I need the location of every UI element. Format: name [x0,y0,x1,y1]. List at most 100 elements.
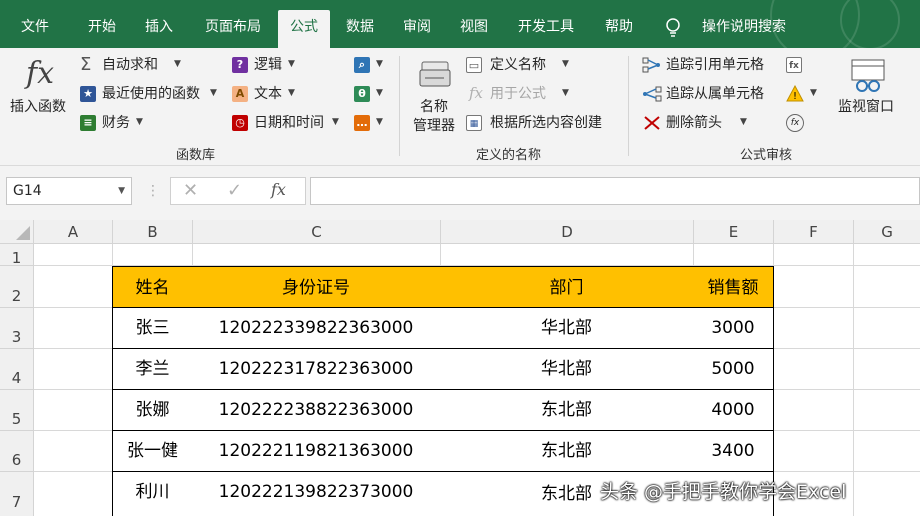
table-cell[interactable]: 东北部 [440,430,694,472]
datetime-button[interactable]: ◷ 日期和时间 ▼ [230,114,350,134]
table-header-id[interactable]: 身份证号 [192,266,441,308]
table-cell[interactable]: 张娜 [112,389,193,431]
column-header-e[interactable]: E [694,220,774,244]
insert-function-button[interactable]: fx 插入函数 [6,54,74,130]
column-header-g[interactable]: G [854,220,920,244]
row-header-4[interactable]: 4 [0,349,34,390]
define-name-label: 定义名称 [490,57,546,73]
chevron-down-icon: ▼ [562,59,569,69]
chevron-down-icon: ▼ [288,59,295,69]
chevron-down-icon[interactable]: ▼ [118,178,125,204]
chevron-down-icon: ▼ [740,117,747,127]
tab-help[interactable]: 帮助 [594,10,644,48]
table-cell[interactable]: 3000 [693,307,774,349]
recent-functions-button[interactable]: ★ 最近使用的函数 ▼ [78,85,228,105]
trace-dependents-button[interactable]: 追踪从属单元格 [642,85,782,105]
lookup-reference-button[interactable]: ⌕ ▼ [354,56,388,76]
watermark: 头条 @手把手教你学会Excel [600,481,847,503]
text-button[interactable]: A 文本 ▼ [230,85,310,105]
table-cell[interactable]: 4000 [693,389,774,431]
worksheet-grid[interactable]: A B C D E F G 1 2 3 4 5 6 7 姓名 身份证号 部门 销… [0,220,920,516]
table-cell[interactable]: 李兰 [112,348,193,390]
formula-input[interactable] [310,177,920,205]
name-manager-label-2: 管理器 [413,118,455,134]
tab-formulas[interactable]: 公式 [278,10,330,48]
enter-check-icon[interactable]: ✓ [227,180,242,201]
financial-label: 财务 [102,115,130,131]
tab-view[interactable]: 视图 [450,10,498,48]
create-from-selection-label: 根据所选内容创建 [490,115,602,131]
define-name-button[interactable]: ▭ 定义名称 ▼ [466,56,576,76]
table-cell[interactable]: 120222119821363000 [192,430,441,472]
table-cell[interactable]: 华北部 [440,307,694,349]
tab-page-layout[interactable]: 页面布局 [192,10,274,48]
chevron-down-icon: ▼ [136,117,143,127]
watch-window-icon [850,58,886,94]
tab-data[interactable]: 数据 [336,10,384,48]
table-cell[interactable]: 120222238822363000 [192,389,441,431]
insert-function-fx-icon[interactable]: fx [271,180,286,199]
drag-handle-icon[interactable]: ⋮ [146,183,160,199]
lightbulb-icon[interactable] [664,18,682,38]
autosum-button[interactable]: Σ 自动求和 ▼ [78,54,228,76]
more-functions-button[interactable]: … ▼ [354,114,388,134]
table-cell[interactable]: 120222317822363000 [192,348,441,390]
name-box[interactable]: G14 ▼ [6,177,132,205]
create-from-selection-button[interactable]: ▦ 根据所选内容创建 [466,114,616,134]
evaluate-formula-button[interactable]: fx [786,114,806,134]
column-header-d[interactable]: D [441,220,694,244]
remove-arrows-button[interactable]: 删除箭头 ▼ [642,114,752,134]
table-cell[interactable]: 120222139822373000 [192,471,441,516]
star-icon: ★ [80,86,96,102]
column-header-a[interactable]: A [34,220,113,244]
logical-button[interactable]: ? 逻辑 ▼ [230,56,310,76]
table-header-dept[interactable]: 部门 [440,266,694,308]
tell-me-search[interactable]: 操作说明搜索 [694,10,794,48]
table-header-sales[interactable]: 销售额 [693,266,774,308]
table-cell[interactable]: 华北部 [440,348,694,390]
theta-icon: θ [354,86,370,102]
column-header-b[interactable]: B [113,220,193,244]
row-header-6[interactable]: 6 [0,431,34,472]
row-header-2[interactable]: 2 [0,266,34,308]
function-library-group-label: 函数库 [176,148,216,163]
tab-insert[interactable]: 插入 [134,10,184,48]
table-cell[interactable]: 张三 [112,307,193,349]
tab-home[interactable]: 开始 [74,10,130,48]
table-cell[interactable]: 东北部 [440,389,694,431]
name-manager-button[interactable]: 名称 管理器 [406,58,466,138]
tab-developer[interactable]: 开发工具 [506,10,586,48]
tab-review[interactable]: 审阅 [392,10,442,48]
show-formulas-button[interactable]: fx [786,56,806,76]
column-header-c[interactable]: C [193,220,441,244]
column-header-f[interactable]: F [774,220,854,244]
chevron-down-icon: ▼ [376,88,383,98]
row-header-3[interactable]: 3 [0,308,34,349]
row-header-5[interactable]: 5 [0,390,34,431]
error-checking-button[interactable]: ! ▼ [786,84,820,105]
watch-window-button[interactable]: 监视窗口 [834,56,904,126]
group-separator [399,56,400,156]
name-tags-icon [418,60,454,90]
book-icon: ≡ [80,115,96,131]
row-header-1[interactable]: 1 [0,244,34,267]
chevron-down-icon: ▼ [210,88,217,98]
table-cell[interactable]: 3400 [693,430,774,472]
trace-precedents-button[interactable]: 追踪引用单元格 [642,56,782,76]
financial-button[interactable]: ≡ 财务 ▼ [78,114,158,134]
table-cell[interactable]: 张一健 [112,430,193,472]
math-trig-button[interactable]: θ ▼ [354,85,388,105]
tab-file[interactable]: 文件 [4,10,66,48]
trace-precedents-icon [642,56,662,74]
chevron-down-icon: ▼ [288,88,295,98]
insert-function-label: 插入函数 [10,99,66,115]
table-cell[interactable]: 利川 [112,471,193,516]
table-header-name[interactable]: 姓名 [112,266,193,308]
cancel-icon[interactable]: ✕ [183,180,198,201]
fx-icon: fx [469,84,484,102]
use-in-formula-button[interactable]: fx 用于公式 ▼ [466,84,576,105]
table-cell[interactable]: 5000 [693,348,774,390]
row-header-7[interactable]: 7 [0,472,34,516]
select-all-corner[interactable] [0,220,34,244]
table-cell[interactable]: 120222339822363000 [192,307,441,349]
